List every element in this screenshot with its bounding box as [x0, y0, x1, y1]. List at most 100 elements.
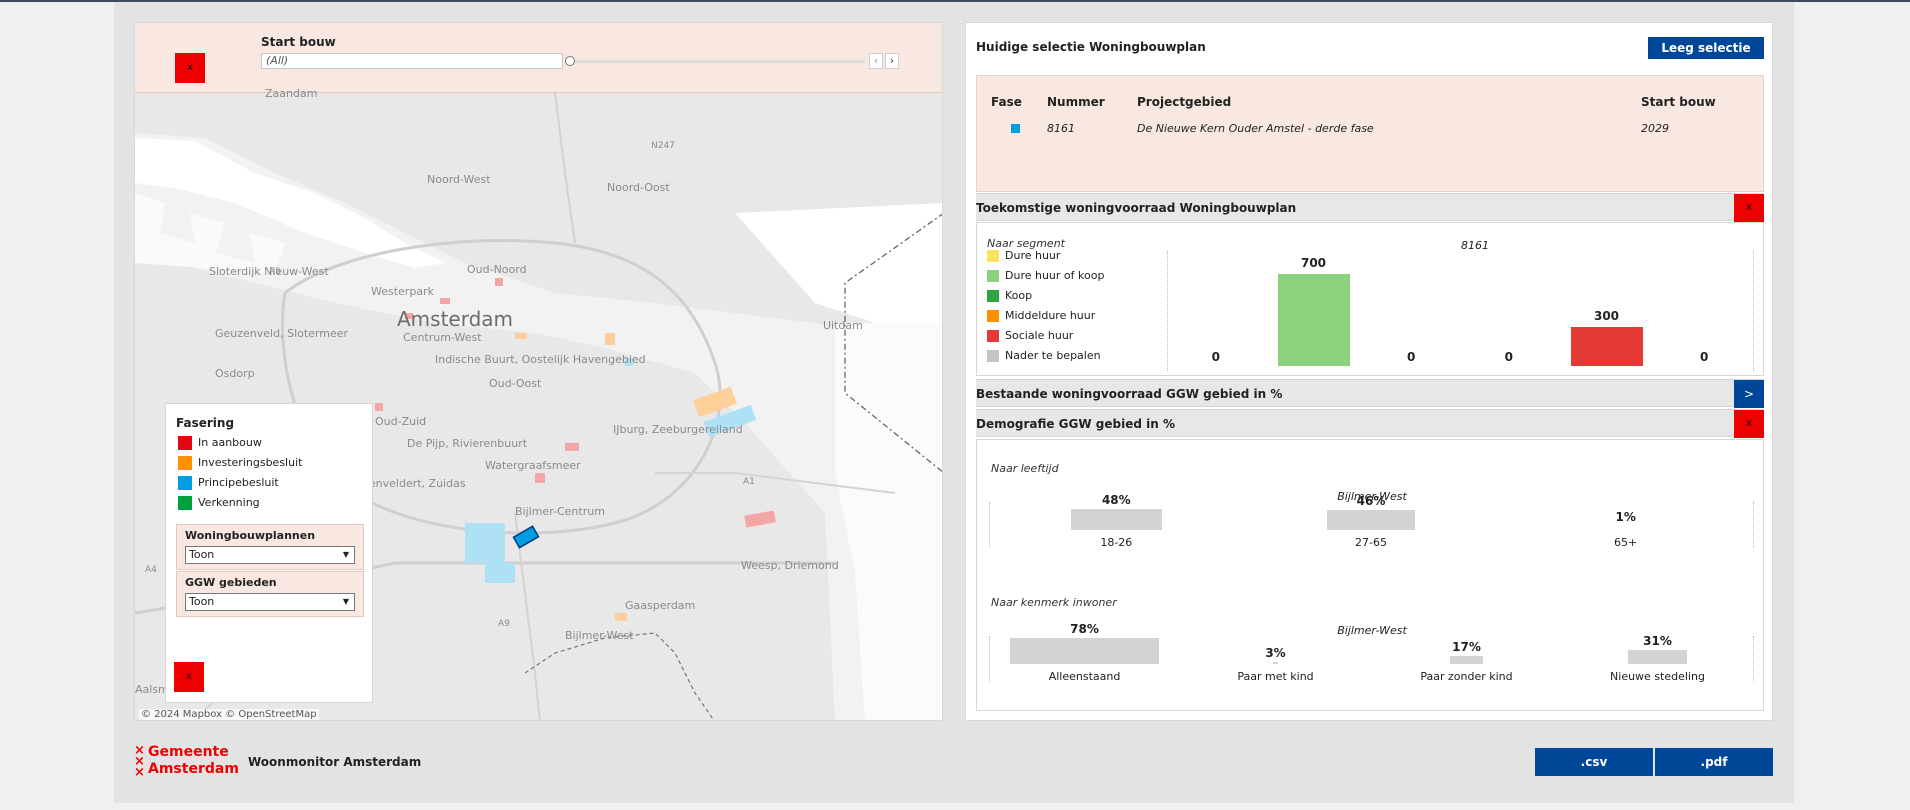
legend-item-label: Nader te bepalen	[1005, 349, 1101, 362]
chart-gridline-left	[989, 636, 990, 682]
legend-item-in-aanbouw: In aanbouw	[178, 436, 262, 452]
map-label-n247: N247	[651, 141, 675, 151]
row-start-bouw[interactable]: 2029	[1641, 122, 1669, 135]
download-pdf-button[interactable]: .pdf	[1655, 748, 1773, 776]
legend-swatch	[178, 456, 192, 470]
row-projectgebied[interactable]: De Nieuwe Kern Ouder Amstel - derde fase	[1137, 122, 1374, 135]
header-projectgebied: Projectgebied	[1137, 95, 1232, 109]
kenmerk-category-label: Alleenstaand	[1048, 670, 1121, 683]
leeftijd-bar-18-26[interactable]	[1070, 508, 1162, 530]
chart-gridline-right	[1753, 502, 1754, 548]
header-fase: Fase	[991, 95, 1022, 109]
legend-item-label: Investeringsbesluit	[198, 456, 303, 469]
start-bouw-filter-bar: x Start bouw (All) ‹ ›	[135, 23, 942, 93]
legend-swatch	[987, 270, 999, 282]
map-label-ijburg: IJburg, Zeeburgereiland	[613, 423, 743, 436]
legend-item-label: Verkenning	[198, 496, 260, 509]
segment-legend-item-middeldure-huur: Middeldure huur	[987, 309, 1095, 325]
map-label-bijlmer-west: Bijlmer-West	[565, 629, 634, 642]
legend-item-label: Dure huur	[1005, 249, 1061, 262]
section-demografie: Demografie GGW gebied in % x	[976, 409, 1764, 438]
selection-title: Huidige selectie Woningbouwplan	[976, 40, 1206, 54]
collapse-demografie-button[interactable]: x	[1734, 410, 1764, 438]
legend-swatch	[178, 436, 192, 450]
kenmerk-bar-alleenstaand[interactable]	[1010, 638, 1159, 664]
section-title: Demografie GGW gebied in %	[976, 417, 1175, 431]
legend-item-label: Sociale huur	[1005, 329, 1074, 342]
map-panel: x Start bouw (All) ‹ › Zaandam Noord-Wes…	[134, 22, 943, 721]
leeftijd-bar-27-65[interactable]	[1327, 509, 1415, 530]
legend-item-label: Middeldure huur	[1005, 309, 1096, 322]
expand-bestaand-button[interactable]: >	[1734, 380, 1764, 408]
kenmerk-chart-title: Bijlmer-West	[1337, 624, 1407, 637]
section-toekomstige-woningvoorraad: Toekomstige woningvoorraad Woningbouwpla…	[976, 193, 1764, 222]
kenmerk-bar-paar-zonder-kind[interactable]	[1450, 656, 1483, 664]
map-label-oud-oost: Oud-Oost	[489, 377, 542, 390]
map-label-a5: A5	[269, 267, 281, 277]
leeg-selectie-button[interactable]: Leeg selectie	[1648, 37, 1764, 59]
row-nummer[interactable]: 8161	[1047, 122, 1075, 135]
legend-item-principebesluit: Principebesluit	[178, 476, 279, 492]
close-legend-button[interactable]: x	[174, 662, 204, 692]
kenmerk-bar-paar-met-kind[interactable]	[1272, 662, 1279, 664]
legend-item-verkenning: Verkenning	[178, 496, 260, 512]
map-attribution[interactable]: © 2024 Mapbox © OpenStreetMap	[139, 709, 319, 720]
legend-swatch	[987, 250, 999, 262]
kenmerk-bar-nieuwe-stedeling[interactable]	[1628, 650, 1687, 664]
legend-swatch	[987, 290, 999, 302]
map-label-de-pijp: De Pijp, Rivierenbuurt	[407, 437, 528, 450]
kenmerk-category-label: Paar met kind	[1237, 670, 1314, 683]
legend-title: Fasering	[176, 416, 235, 430]
ggw-gebieden-title: GGW gebieden	[185, 576, 277, 589]
ggw-gebieden-value: Toon	[189, 595, 215, 608]
start-bouw-filter-value[interactable]: (All)	[261, 53, 563, 69]
start-bouw-slider-handle[interactable]	[565, 56, 575, 66]
section-bestaande-woningvoorraad: Bestaande woningvoorraad GGW gebied in %…	[976, 379, 1764, 408]
segment-value-label: 700	[1300, 256, 1327, 270]
start-bouw-filter-title: Start bouw	[261, 35, 336, 49]
legend-item-label: Dure huur of koop	[1005, 269, 1105, 282]
chart-gridline-right	[1753, 251, 1754, 371]
segment-value-label: 0	[1699, 350, 1709, 364]
ggw-gebieden-parameter: GGW gebieden Toon ▼	[176, 571, 364, 617]
kenmerk-value-label: 3%	[1265, 646, 1286, 660]
segment-value-label: 0	[1406, 350, 1416, 364]
app-title: Woonmonitor Amsterdam	[248, 755, 422, 769]
fasering-legend: Fasering In aanbouw Investeringsbesluit …	[165, 403, 373, 703]
leeftijd-value-label: 48%	[1101, 492, 1131, 507]
map-label-gaasperdam: Gaasperdam	[625, 599, 696, 612]
legend-swatch	[178, 476, 192, 490]
ggw-gebieden-select[interactable]: Toon ▼	[185, 593, 355, 611]
map-label-westerpark: Westerpark	[371, 285, 434, 298]
chevron-left-icon[interactable]: ‹	[869, 53, 883, 69]
chevron-down-icon: ▼	[342, 597, 349, 606]
segment-bar-sociale-huur[interactable]	[1570, 326, 1643, 366]
segment-legend-item-nader-te-bepalen: Nader te bepalen	[987, 349, 1101, 365]
chevron-down-icon: ▼	[342, 550, 349, 559]
segment-chart-card: Naar segment Dure huur Dure huur of koop K…	[976, 222, 1764, 376]
section-title: Toekomstige woningvoorraad Woningbouwpla…	[976, 201, 1297, 215]
map-label-uitdam: Uitdam	[823, 319, 863, 332]
map-label-a4: A4	[145, 565, 157, 575]
kenmerk-value-label: 17%	[1452, 640, 1481, 655]
start-bouw-slider-track[interactable]	[571, 60, 865, 63]
collapse-toekomstig-button[interactable]: x	[1734, 194, 1764, 222]
legend-item-investeringsbesluit: Investeringsbesluit	[178, 456, 302, 472]
map-label-a1: A1	[743, 477, 755, 487]
logo-text-line2: Amsterdam	[148, 761, 239, 777]
woningbouwplannen-select[interactable]: Toon ▼	[185, 546, 355, 564]
segment-legend-item-dure-huur: Dure huur	[987, 249, 1060, 265]
map-label-noord-west: Noord-West	[427, 173, 491, 186]
woningbouwplannen-value: Toon	[189, 548, 215, 561]
segment-bar-dure-huur-of-koop[interactable]	[1277, 274, 1350, 366]
chart-gridline-left	[989, 502, 990, 548]
map-label-watergraafsmeer: Watergraafsmeer	[485, 459, 581, 472]
chart-gridline-right	[1753, 636, 1754, 682]
download-csv-button[interactable]: .csv	[1535, 748, 1653, 776]
map-label-weesp: Weesp, Driemond	[741, 559, 839, 572]
details-panel: Huidige selectie Woningbouwplan Leeg sel…	[965, 22, 1773, 721]
kenmerk-value-label: 31%	[1643, 634, 1672, 649]
map-label-centrum-west: Centrum-West	[403, 331, 482, 344]
close-filter-button[interactable]: x	[175, 53, 205, 83]
chevron-right-icon[interactable]: ›	[885, 53, 899, 69]
